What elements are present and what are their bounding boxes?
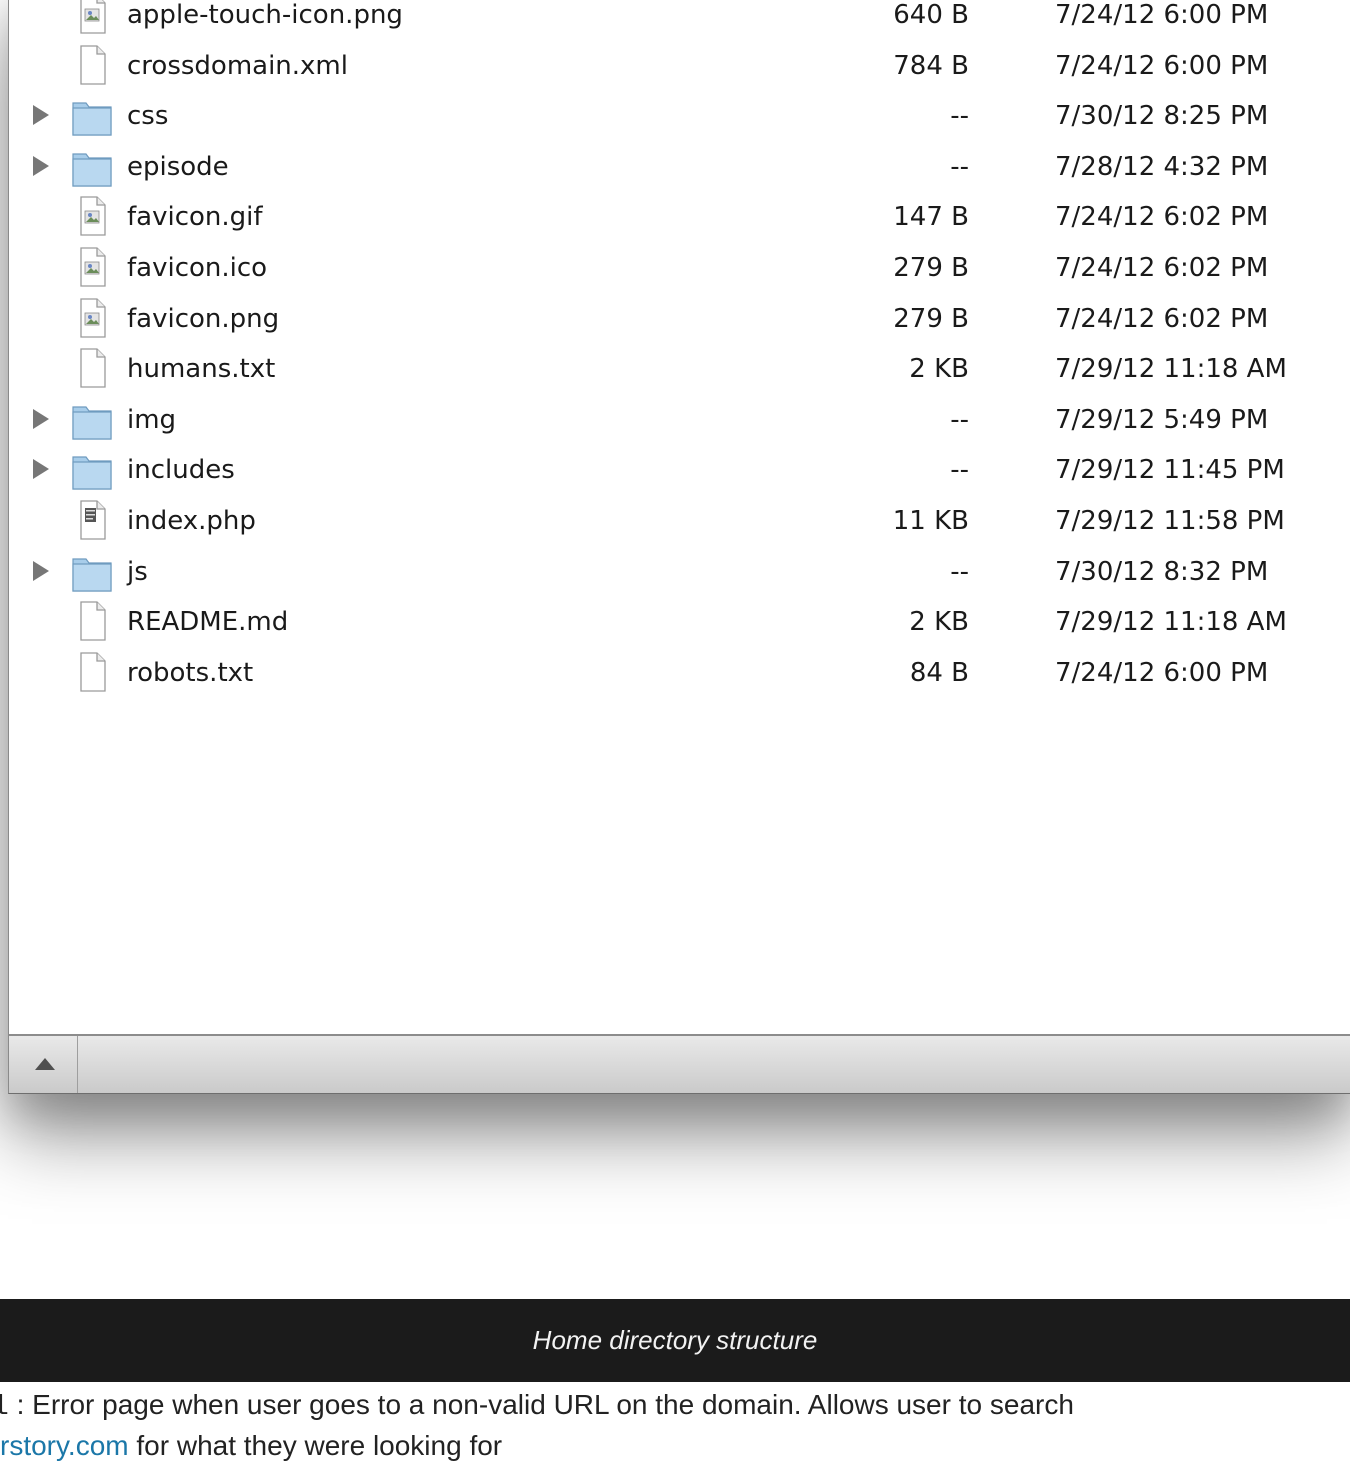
folder-row[interactable]: js -- 7/30/12 8:32 PM [9, 547, 1350, 597]
file-name: humans.txt [127, 354, 276, 385]
image-file-icon [71, 243, 113, 291]
file-name: includes [127, 455, 235, 486]
file-size: 279 B [893, 303, 969, 334]
file-date-modified: 7/24/12 6:02 PM [1055, 303, 1269, 334]
folder-icon [71, 91, 113, 139]
image-file-icon [71, 0, 113, 38]
folder-row[interactable]: img -- 7/29/12 5:49 PM [9, 395, 1350, 445]
caption-bar: Home directory structure [0, 1299, 1350, 1382]
document-file-icon [71, 344, 113, 392]
file-date-modified: 7/24/12 6:00 PM [1055, 50, 1269, 81]
file-row[interactable]: README.md 2 KB 7/29/12 11:18 AM [9, 597, 1350, 647]
file-size: -- [950, 101, 969, 132]
document-file-icon [71, 597, 113, 645]
image-file-icon [71, 192, 113, 240]
file-name: img [127, 404, 177, 435]
disclosure-triangle-icon[interactable] [33, 155, 49, 176]
file-name: robots.txt [127, 657, 254, 688]
file-date-modified: 7/29/12 11:45 PM [1055, 455, 1285, 486]
file-name: apple-touch-icon.png [127, 0, 403, 30]
file-row[interactable]: favicon.gif 147 B 7/24/12 6:02 PM [9, 192, 1350, 242]
body-line-1: l : Error page when user goes to a non-v… [0, 1386, 1350, 1427]
file-row[interactable]: favicon.png 279 B 7/24/12 6:02 PM [9, 294, 1350, 344]
status-bar [9, 1034, 1350, 1093]
folder-icon [71, 445, 113, 493]
file-date-modified: 7/29/12 5:49 PM [1055, 404, 1269, 435]
folder-icon [71, 547, 113, 595]
folder-icon [71, 395, 113, 443]
file-name: README.md [127, 607, 289, 638]
file-name: favicon.gif [127, 202, 263, 233]
file-date-modified: 7/28/12 4:32 PM [1055, 151, 1269, 182]
file-row[interactable]: robots.txt 84 B 7/24/12 6:00 PM [9, 648, 1350, 698]
file-size: -- [950, 151, 969, 182]
folder-row[interactable]: css -- 7/30/12 8:25 PM [9, 91, 1350, 141]
file-name: css [127, 101, 169, 132]
file-size: 640 B [893, 0, 969, 30]
file-size: 279 B [893, 253, 969, 283]
file-date-modified: 7/30/12 8:25 PM [1055, 101, 1269, 132]
file-row[interactable]: apple-touch-icon.png 640 B 7/24/12 6:00 PM [9, 0, 1350, 40]
disclosure-triangle-icon[interactable] [33, 408, 49, 429]
file-size: 784 B [893, 50, 969, 81]
body-line-2: rstory.com for what they were looking fo… [0, 1427, 1350, 1461]
file-size: -- [950, 455, 969, 486]
file-size: 147 B [893, 202, 969, 233]
file-name: favicon.png [127, 303, 280, 334]
image-file-icon [71, 294, 113, 342]
file-size: 2 KB [909, 354, 969, 385]
file-date-modified: 7/24/12 6:02 PM [1055, 202, 1269, 233]
file-size: 11 KB [892, 506, 969, 536]
body-text-2: for what they were looking for [128, 1430, 503, 1461]
file-name: js [127, 556, 148, 587]
article-body: l : Error page when user goes to a non-v… [0, 1386, 1350, 1461]
file-size: 2 KB [909, 607, 969, 638]
folder-row[interactable]: episode -- 7/28/12 4:32 PM [9, 142, 1350, 192]
file-date-modified: 7/30/12 8:32 PM [1055, 556, 1269, 587]
file-name: favicon.ico [127, 253, 268, 283]
folder-icon [71, 142, 113, 190]
disclosure-triangle-icon[interactable] [33, 560, 49, 581]
file-date-modified: 7/29/12 11:58 PM [1055, 506, 1285, 536]
disclosure-triangle-icon[interactable] [33, 459, 49, 480]
file-row[interactable]: index.php 11 KB 7/29/12 11:58 PM [9, 496, 1350, 546]
file-row[interactable]: favicon.ico 279 B 7/24/12 6:02 PM [9, 243, 1350, 293]
file-name: episode [127, 151, 229, 182]
figure-caption: Home directory structure [532, 1325, 818, 1355]
file-name: index.php [127, 506, 256, 536]
file-row[interactable]: crossdomain.xml 784 B 7/24/12 6:00 PM [9, 41, 1350, 91]
disclosure-triangle-icon[interactable] [33, 105, 49, 126]
triangle-up-icon [35, 1058, 55, 1070]
body-text-1: : Error page when user goes to a non-val… [8, 1389, 1074, 1420]
file-date-modified: 7/24/12 6:02 PM [1055, 253, 1269, 283]
file-name: crossdomain.xml [127, 50, 348, 81]
file-date-modified: 7/24/12 6:00 PM [1055, 657, 1269, 688]
document-file-icon [71, 648, 113, 696]
finder-window: apple-touch-icon.png 640 B 7/24/12 6:00 PM… [8, 0, 1350, 1094]
file-date-modified: 7/29/12 11:18 AM [1055, 354, 1287, 385]
file-size: -- [950, 556, 969, 587]
site-link[interactable]: rstory.com [0, 1430, 129, 1461]
file-size: 84 B [909, 657, 969, 688]
code-fragment: l [0, 1392, 9, 1423]
file-date-modified: 7/24/12 6:00 PM [1055, 0, 1269, 30]
file-date-modified: 7/29/12 11:18 AM [1055, 607, 1287, 638]
file-size: -- [950, 404, 969, 435]
sidebar-toggle-button[interactable] [9, 1036, 78, 1093]
folder-row[interactable]: includes -- 7/29/12 11:45 PM [9, 445, 1350, 495]
document-file-icon [71, 41, 113, 89]
php-file-icon [71, 496, 113, 544]
file-row[interactable]: humans.txt 2 KB 7/29/12 11:18 AM [9, 344, 1350, 394]
